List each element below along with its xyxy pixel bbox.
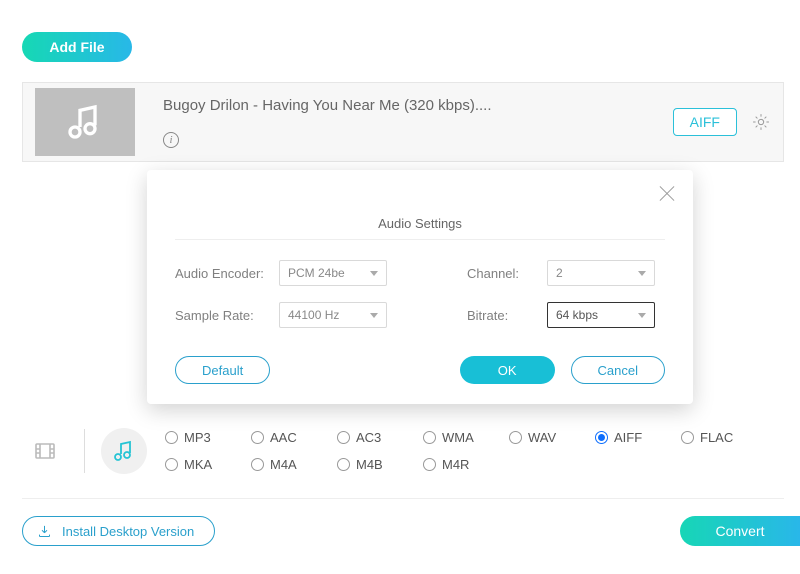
encoder-label: Audio Encoder: [175, 266, 269, 281]
format-label: MP3 [184, 430, 211, 445]
file-title: Bugoy Drilon - Having You Near Me (320 k… [163, 97, 673, 114]
file-format-tag[interactable]: AIFF [673, 108, 737, 136]
divider [22, 498, 784, 499]
video-tab-icon[interactable] [22, 428, 68, 474]
divider [84, 429, 85, 473]
encoder-select[interactable]: PCM 24be [279, 260, 387, 286]
settings-form: Audio Encoder: PCM 24be Channel: 2 Sampl… [175, 260, 665, 328]
format-option-wma[interactable]: WMA [423, 430, 509, 445]
format-label: AIFF [614, 430, 642, 445]
format-bar: MP3 AAC AC3 WMA WAV AIFF FLAC MKA M4A M4B M4R [22, 428, 784, 474]
format-option-ac3[interactable]: AC3 [337, 430, 423, 445]
sample-select[interactable]: 44100 Hz [279, 302, 387, 328]
download-icon [37, 524, 52, 539]
file-thumbnail [35, 88, 135, 156]
ok-button[interactable]: OK [460, 356, 555, 384]
radio-icon [509, 431, 522, 444]
format-label: AC3 [356, 430, 381, 445]
format-label: WMA [442, 430, 474, 445]
radio-icon [251, 458, 264, 471]
radio-icon [595, 431, 608, 444]
format-option-mka[interactable]: MKA [165, 457, 251, 472]
format-label: M4B [356, 457, 383, 472]
audio-tab-icon[interactable] [101, 428, 147, 474]
close-icon[interactable] [657, 184, 677, 204]
format-option-aac[interactable]: AAC [251, 430, 337, 445]
radio-icon [337, 431, 350, 444]
channel-label: Channel: [467, 266, 537, 281]
convert-button[interactable]: Convert [680, 516, 800, 546]
divider [175, 239, 665, 240]
format-label: MKA [184, 457, 212, 472]
modal-title: Audio Settings [175, 216, 665, 231]
radio-icon [423, 431, 436, 444]
info-icon[interactable]: i [163, 132, 179, 148]
format-label: WAV [528, 430, 556, 445]
format-option-flac[interactable]: FLAC [681, 430, 767, 445]
channel-select[interactable]: 2 [547, 260, 655, 286]
format-label: FLAC [700, 430, 733, 445]
radio-icon [681, 431, 694, 444]
format-option-aiff[interactable]: AIFF [595, 430, 681, 445]
format-label: M4A [270, 457, 297, 472]
format-label: AAC [270, 430, 297, 445]
radio-icon [423, 458, 436, 471]
format-option-m4r[interactable]: M4R [423, 457, 509, 472]
format-label: M4R [442, 457, 469, 472]
install-label: Install Desktop Version [62, 524, 194, 539]
bitrate-label: Bitrate: [467, 308, 537, 323]
default-button[interactable]: Default [175, 356, 270, 384]
format-option-mp3[interactable]: MP3 [165, 430, 251, 445]
radio-icon [165, 458, 178, 471]
add-file-button[interactable]: Add File [22, 32, 132, 62]
bitrate-select[interactable]: 64 kbps [547, 302, 655, 328]
radio-icon [251, 431, 264, 444]
file-info: Bugoy Drilon - Having You Near Me (320 k… [163, 97, 673, 148]
sample-label: Sample Rate: [175, 308, 269, 323]
radio-icon [165, 431, 178, 444]
audio-settings-modal: Audio Settings Audio Encoder: PCM 24be C… [147, 170, 693, 404]
format-option-wav[interactable]: WAV [509, 430, 595, 445]
format-option-m4b[interactable]: M4B [337, 457, 423, 472]
format-option-m4a[interactable]: M4A [251, 457, 337, 472]
gear-icon[interactable] [751, 112, 771, 132]
cancel-button[interactable]: Cancel [571, 356, 665, 384]
file-row: Bugoy Drilon - Having You Near Me (320 k… [22, 82, 784, 162]
install-desktop-button[interactable]: Install Desktop Version [22, 516, 215, 546]
radio-icon [337, 458, 350, 471]
music-note-icon [65, 102, 105, 142]
